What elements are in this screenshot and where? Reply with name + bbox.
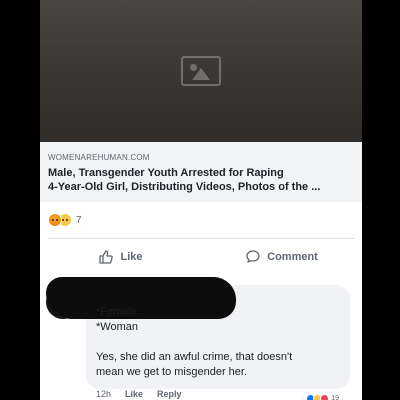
comment-line-3: Yes, she did an awful crime, that doesn'… bbox=[96, 351, 293, 363]
comment-reaction-count: 19 bbox=[331, 395, 339, 400]
comment-paragraph-gap bbox=[96, 335, 292, 350]
comment-reply-link[interactable]: Reply bbox=[157, 389, 182, 399]
comment-meta-row: 12h Like Reply bbox=[96, 389, 182, 399]
comment-bubble[interactable]: *Female. *Woman Yes, she did an awful cr… bbox=[46, 277, 350, 400]
post-reactions-summary[interactable]: 7 bbox=[48, 212, 82, 228]
like-button-label: Like bbox=[120, 251, 143, 263]
comment-line-4: mean we get to misgender her. bbox=[96, 366, 248, 378]
link-domain: WOMENAREHUMAN.COM bbox=[48, 153, 150, 162]
redacted-name-extension bbox=[146, 287, 226, 305]
comment-button[interactable]: Comment bbox=[201, 243, 362, 271]
shared-link-post: WOMENAREHUMAN.COM Male, Transgender Yout… bbox=[40, 0, 362, 277]
link-preview-meta[interactable]: WOMENAREHUMAN.COM Male, Transgender Yout… bbox=[40, 142, 362, 202]
post-action-bar: Like Comment bbox=[40, 243, 362, 271]
post-divider bbox=[48, 238, 354, 239]
like-button[interactable]: Like bbox=[40, 243, 201, 271]
link-preview-image[interactable] bbox=[40, 0, 362, 142]
comment-reactions-summary[interactable]: 19 bbox=[303, 393, 342, 400]
link-headline: Male, Transgender Youth Arrested for Rap… bbox=[48, 166, 354, 194]
speech-bubble-icon bbox=[246, 250, 260, 263]
facebook-feed-screen: WOMENAREHUMAN.COM Male, Transgender Yout… bbox=[40, 0, 362, 400]
image-placeholder-icon bbox=[181, 56, 221, 86]
comment-line-2: *Woman bbox=[96, 321, 138, 333]
link-headline-line-2: 4-Year-Old Girl, Distributing Videos, Ph… bbox=[48, 181, 321, 193]
love-reaction-icon bbox=[320, 394, 330, 400]
comment-timestamp: 12h bbox=[96, 389, 112, 399]
link-headline-line-1: Male, Transgender Youth Arrested for Rap… bbox=[48, 167, 284, 179]
comment-button-label: Comment bbox=[267, 251, 318, 263]
thumbs-up-icon bbox=[99, 250, 114, 264]
comment-like-link[interactable]: Like bbox=[125, 389, 143, 399]
comment-text: *Female. *Woman Yes, she did an awful cr… bbox=[96, 305, 292, 380]
angry-reaction-icon bbox=[48, 213, 62, 227]
reaction-count: 7 bbox=[76, 214, 82, 226]
comment-line-1: *Female. bbox=[96, 306, 141, 318]
comment-section: *Female. *Woman Yes, she did an awful cr… bbox=[40, 277, 362, 400]
